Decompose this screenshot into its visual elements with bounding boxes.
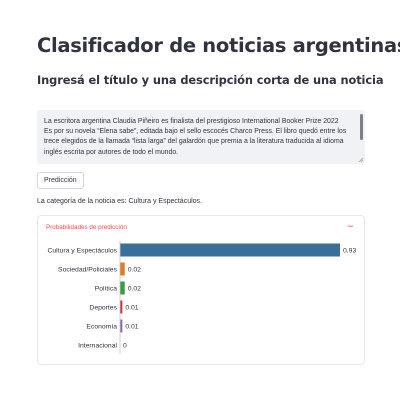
category-label: Deportes: [89, 305, 117, 312]
value-label: 0.02: [128, 267, 141, 274]
category-label: Internacional: [78, 343, 117, 350]
value-label: 0.01: [125, 305, 138, 312]
bar: [120, 262, 125, 276]
bar: [120, 243, 340, 257]
probability-chart: Cultura y Espectáculos 0.93 Sociedad/Polic…: [47, 241, 356, 354]
bar: [120, 281, 125, 295]
category-label: Economía: [86, 324, 117, 331]
category-label: Política: [95, 286, 118, 293]
value-label: 0.93: [343, 248, 356, 255]
value-label: 0: [123, 343, 127, 350]
value-label: 0.02: [128, 286, 141, 293]
category-label: Sociedad/Policiales: [58, 267, 118, 274]
value-label: 0.01: [125, 324, 138, 331]
category-label: Cultura y Espectáculos: [47, 248, 117, 255]
